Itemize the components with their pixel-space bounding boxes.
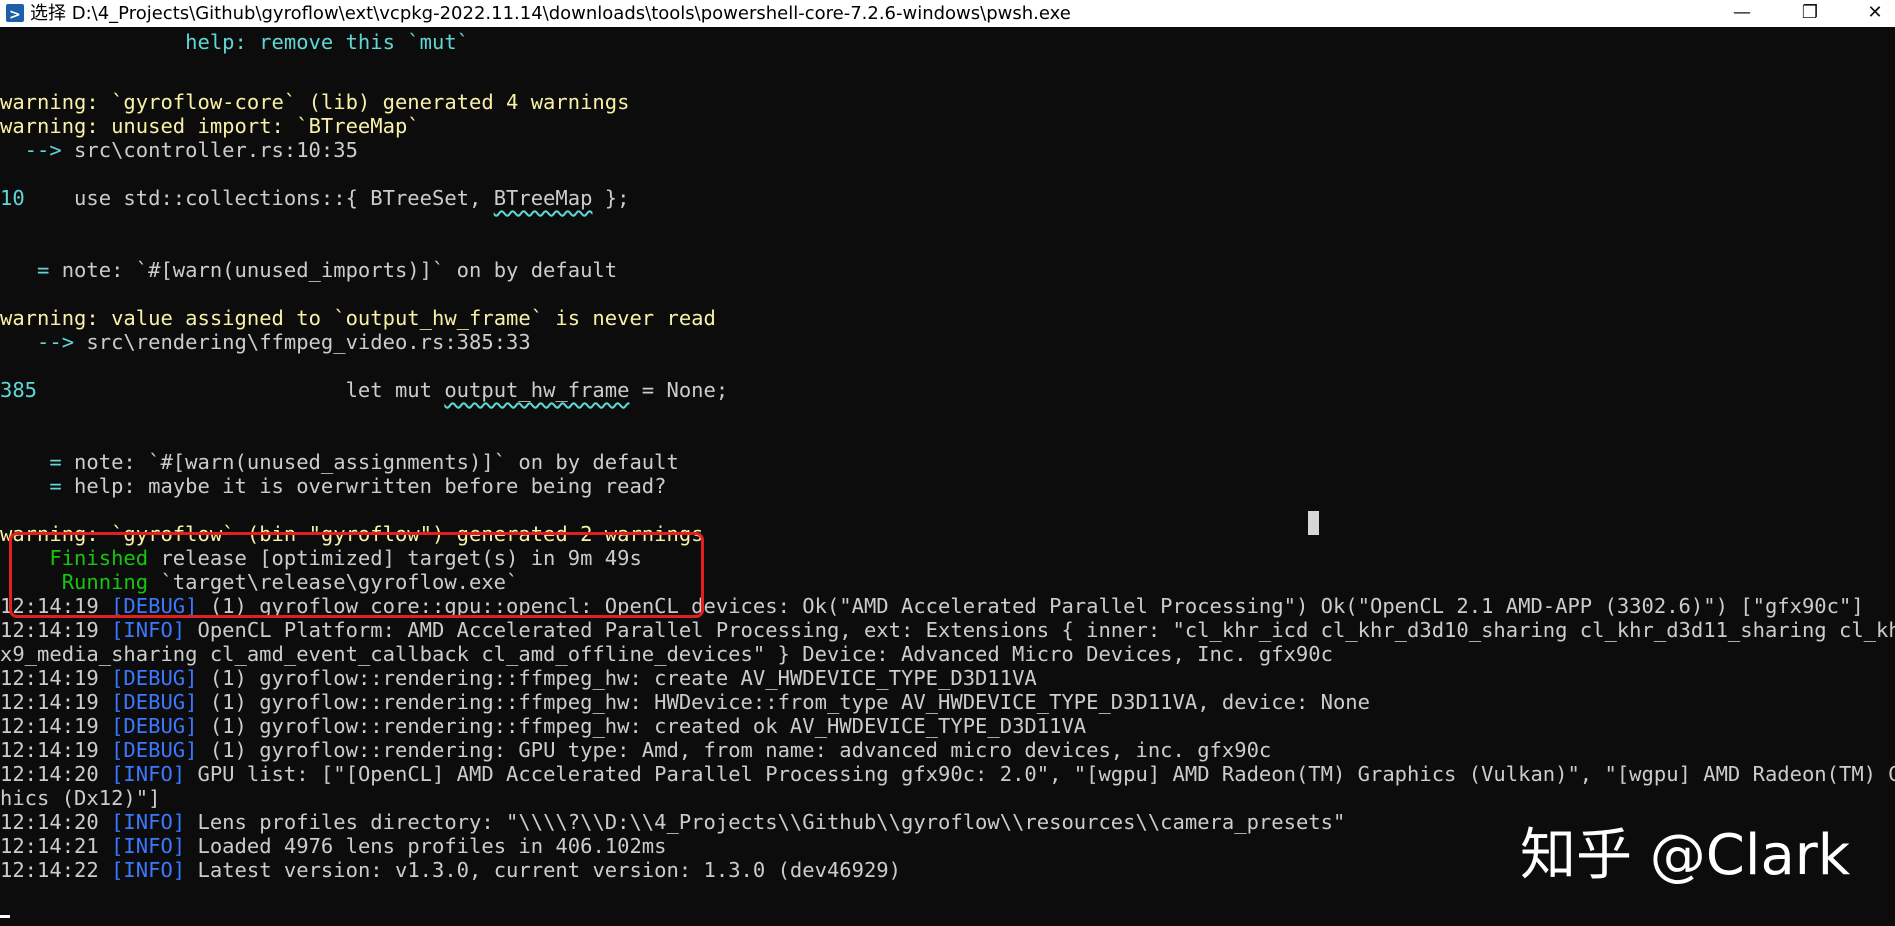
- log-time: 12:14:20: [0, 810, 112, 834]
- terminal-line: = help: maybe it is overwritten before b…: [0, 474, 666, 498]
- line-text: note: `#[warn(unused_assignments)]` on b…: [61, 450, 679, 474]
- log-time: 12:14:19: [0, 714, 112, 738]
- terminal-line: --> src\controller.rs:10:35: [0, 138, 358, 162]
- underlined-token: output_hw_frame: [444, 378, 630, 402]
- arrow-marker: -->: [0, 330, 75, 354]
- line-number: 10: [0, 186, 25, 210]
- log-line: 12:14:21 [INFO] Loaded 4976 lens profile…: [0, 834, 667, 858]
- terminal-line: warning: `gyroflow-core` (lib) generated…: [0, 90, 629, 114]
- log-time: 12:14:20: [0, 762, 112, 786]
- arrow-marker: -->: [0, 138, 62, 162]
- log-level: [INFO]: [111, 762, 186, 786]
- underlined-token: BTreeMap: [493, 186, 593, 210]
- log-message: Latest version: v1.3.0, current version:…: [185, 858, 901, 882]
- equals-marker: =: [0, 450, 62, 474]
- log-line: 12:14:22 [INFO] Latest version: v1.3.0, …: [0, 858, 901, 882]
- watermark: 知乎 @Clark: [1520, 823, 1851, 888]
- log-time: 12:14:19: [0, 738, 112, 762]
- log-time: 12:14:19: [0, 690, 112, 714]
- window-title: 选择 D:\4_Projects\Github\gyroflow\ext\vcp…: [30, 3, 1071, 24]
- log-message: (1) gyroflow::rendering::ffmpeg_hw: crea…: [197, 666, 1037, 690]
- log-line: x9_media_sharing cl_amd_event_callback c…: [0, 642, 1333, 666]
- log-line: 12:14:19 [DEBUG] (1) gyroflow::rendering…: [0, 714, 1086, 738]
- log-message: GPU list: ["[OpenCL] AMD Accelerated Par…: [185, 762, 1895, 786]
- log-level: [INFO]: [111, 834, 186, 858]
- minimize-button[interactable]: —: [1712, 0, 1772, 27]
- log-line: 12:14:20 [INFO] Lens profiles directory:…: [0, 810, 1345, 834]
- line-text: };: [592, 186, 630, 210]
- line-text: use std::collections::{ BTreeSet,: [24, 186, 494, 210]
- log-message: (1) gyroflow::rendering::ffmpeg_hw: HWDe…: [197, 690, 1370, 714]
- warning-label: warning: [0, 90, 87, 114]
- log-message: OpenCL Platform: AMD Accelerated Paralle…: [185, 618, 1895, 642]
- mouse-cursor: [1308, 511, 1319, 535]
- log-line: hics (Dx12)"]: [0, 786, 161, 810]
- equals-marker: =: [0, 474, 62, 498]
- line-text: help: maybe it is overwritten before bei…: [61, 474, 667, 498]
- line-text: note: `#[warn(unused_imports)]` on by de…: [49, 258, 618, 282]
- powershell-icon: >: [6, 4, 24, 23]
- equals-marker: =: [0, 258, 50, 282]
- log-line: 12:14:19 [INFO] OpenCL Platform: AMD Acc…: [0, 618, 1895, 642]
- log-line: 12:14:19 [DEBUG] (1) gyroflow::rendering…: [0, 666, 1037, 690]
- log-time: 12:14:21: [0, 834, 112, 858]
- terminal-line: 10 use std::collections::{ BTreeSet, BTr…: [0, 186, 629, 210]
- line-text: : unused import: `BTreeMap`: [86, 114, 420, 138]
- terminal-line: = note: `#[warn(unused_assignments)]` on…: [0, 450, 679, 474]
- log-message: Lens profiles directory: "\\\\?\\D:\\4_P…: [185, 810, 1346, 834]
- text-cursor: [0, 915, 10, 918]
- line-text: src\controller.rs:10:35: [61, 138, 358, 162]
- log-time: 12:14:22: [0, 858, 112, 882]
- terminal-line: warning: value assigned to `output_hw_fr…: [0, 306, 716, 330]
- log-message: Loaded 4976 lens profiles in 406.102ms: [185, 834, 667, 858]
- terminal-line: help: remove this `mut`: [0, 30, 469, 54]
- line-text: : `gyroflow-core` (lib) generated 4 warn…: [86, 90, 630, 114]
- log-line: 12:14:19 [DEBUG] (1) gyroflow::rendering…: [0, 738, 1271, 762]
- line-text: src\rendering\ffmpeg_video.rs:385:33: [74, 330, 531, 354]
- line-text: : value assigned to `output_hw_frame` is…: [86, 306, 716, 330]
- log-level: [INFO]: [111, 858, 186, 882]
- terminal-line: 385 let mut output_hw_frame = None;: [0, 378, 728, 402]
- log-line: 12:14:19 [DEBUG] (1) gyroflow::rendering…: [0, 690, 1370, 714]
- log-level: [DEBUG]: [111, 714, 198, 738]
- log-time: 12:14:19: [0, 666, 112, 690]
- terminal-line: = note: `#[warn(unused_imports)]` on by …: [0, 258, 617, 282]
- warning-label: warning: [0, 114, 87, 138]
- maximize-button[interactable]: ❐: [1780, 0, 1840, 27]
- close-button[interactable]: ✕: [1845, 0, 1895, 27]
- terminal-line: warning: unused import: `BTreeMap`: [0, 114, 420, 138]
- log-message: (1) gyroflow::rendering::ffmpeg_hw: crea…: [197, 714, 1087, 738]
- log-line: 12:14:20 [INFO] GPU list: ["[OpenCL] AMD…: [0, 762, 1895, 786]
- terminal-line: --> src\rendering\ffmpeg_video.rs:385:33: [0, 330, 531, 354]
- line-text: = None;: [629, 378, 729, 402]
- line-text: let mut: [37, 378, 445, 402]
- highlight-annotation: [9, 532, 704, 618]
- line-number: 385: [0, 378, 38, 402]
- log-level: [DEBUG]: [111, 738, 198, 762]
- log-time: 12:14:19: [0, 618, 112, 642]
- warning-label: warning: [0, 306, 87, 330]
- log-level: [INFO]: [111, 618, 186, 642]
- log-message: (1) gyroflow::rendering: GPU type: Amd, …: [197, 738, 1272, 762]
- log-level: [DEBUG]: [111, 690, 198, 714]
- log-level: [DEBUG]: [111, 666, 198, 690]
- log-level: [INFO]: [111, 810, 186, 834]
- terminal-output[interactable]: help: remove this `mut` warning: `gyrofl…: [0, 27, 1895, 926]
- title-bar[interactable]: > 选择 D:\4_Projects\Github\gyroflow\ext\v…: [0, 0, 1895, 27]
